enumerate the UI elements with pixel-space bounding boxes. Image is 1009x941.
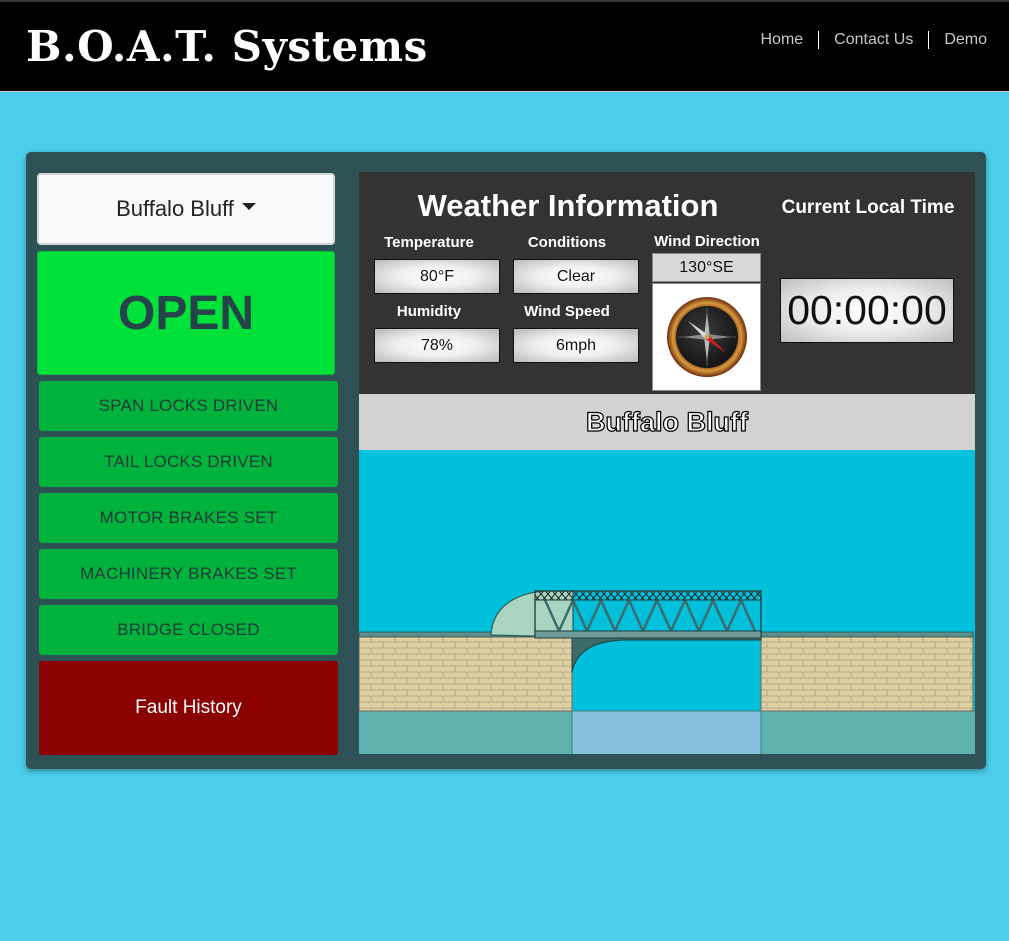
wind-speed-label: Wind Speed <box>524 303 610 320</box>
wind-direction-value: 130°SE <box>652 253 761 282</box>
nav-home-link[interactable]: Home <box>745 31 818 49</box>
span-locks-indicator: SPAN LOCKS DRIVEN <box>39 381 338 431</box>
wind-speed-value: 6mph <box>513 328 639 363</box>
local-time-display: 00:00:00 <box>780 278 954 343</box>
nav-contact-link[interactable]: Contact Us <box>819 31 928 49</box>
bridge-status-indicator: OPEN <box>37 251 335 375</box>
control-panel: Buffalo Bluff OPEN SPAN LOCKS DRIVEN TAI… <box>26 152 986 769</box>
brand-logo[interactable]: B.O.A.T. Systems <box>26 22 428 71</box>
motor-brakes-indicator: MOTOR BRAKES SET <box>39 493 338 543</box>
bridge-illustration <box>359 590 975 754</box>
top-navbar: B.O.A.T. Systems Home Contact Us Demo <box>0 0 1009 92</box>
caret-down-icon <box>241 202 256 210</box>
weather-title: Weather Information <box>417 188 719 223</box>
bridge-select-dropdown[interactable]: Buffalo Bluff <box>37 173 335 245</box>
bridge-animation <box>359 450 975 754</box>
conditions-value: Clear <box>513 259 639 294</box>
bridge-closed-indicator: BRIDGE CLOSED <box>39 605 338 655</box>
wind-direction-label: Wind Direction <box>654 233 760 250</box>
tail-locks-indicator: TAIL LOCKS DRIVEN <box>39 437 338 487</box>
nav-demo-link[interactable]: Demo <box>929 31 987 49</box>
compass-icon <box>666 297 747 377</box>
bridge-select-label: Buffalo Bluff <box>116 196 234 221</box>
humidity-value: 78% <box>374 328 500 363</box>
bridge-name-banner: Buffalo Bluff <box>359 394 975 450</box>
fault-history-button[interactable]: Fault History <box>39 661 338 755</box>
conditions-label: Conditions <box>527 234 607 251</box>
machinery-brakes-indicator: MACHINERY BRAKES SET <box>39 549 338 599</box>
temperature-label: Temperature <box>384 234 474 251</box>
nav-links: Home Contact Us Demo <box>745 31 987 49</box>
weather-panel: Weather Information Temperature 80°F Con… <box>359 172 975 394</box>
clock-label: Current Local Time <box>781 197 955 218</box>
humidity-label: Humidity <box>396 303 462 320</box>
compass-container <box>652 283 761 391</box>
temperature-value: 80°F <box>374 259 500 294</box>
